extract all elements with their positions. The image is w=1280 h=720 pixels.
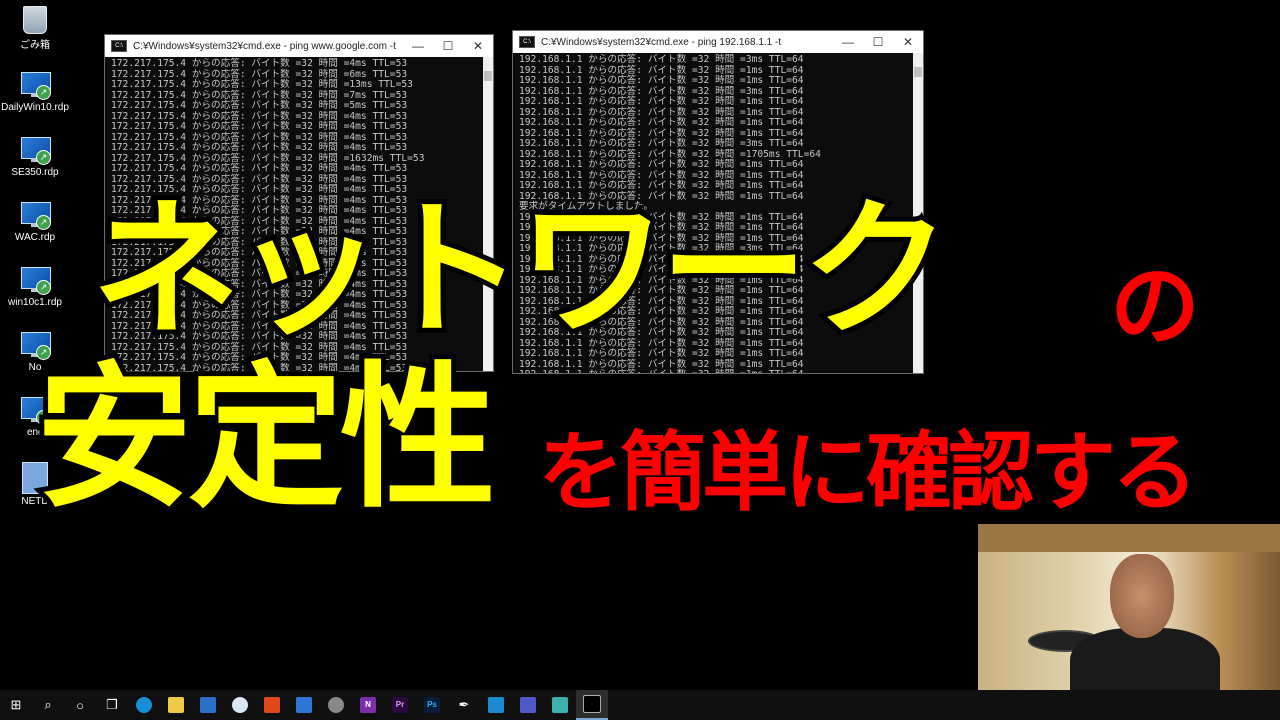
title-easy-check: を簡単に確認する: [534, 423, 1202, 523]
console-line: 192.168.1.1 からの応答: バイト数 =32 時間 =1ms TTL=…: [519, 117, 804, 128]
desktop-icon-label: DailyWin10.rdp: [1, 102, 69, 113]
window-title: C:¥Windows¥system32¥cmd.exe - ping 192.1…: [541, 36, 782, 48]
maximize-button[interactable]: ☐: [433, 39, 463, 53]
webcam-overlay: [978, 524, 1280, 696]
recycle-bin-icon: [23, 6, 47, 34]
desktop-icon-label: WAC.rdp: [14, 232, 56, 243]
edit-icon[interactable]: [544, 690, 576, 720]
title-network: ネットワーク: [87, 184, 955, 356]
window-titlebar[interactable]: C:\ C:¥Windows¥system32¥cmd.exe - ping w…: [105, 35, 493, 57]
file-explorer-icon[interactable]: [160, 690, 192, 720]
office-icon[interactable]: [256, 690, 288, 720]
settings-icon[interactable]: [224, 690, 256, 720]
console-line: 192.168.1.1 からの応答: バイト数 =32 時間 =3ms TTL=…: [519, 138, 804, 149]
edge-icon[interactable]: [128, 690, 160, 720]
taskbar: ⊞ ⌕ ○ ❐ N Pr Ps ✒: [0, 690, 1280, 720]
maximize-button[interactable]: ☐: [863, 35, 893, 49]
desktop-icon-dailywin10[interactable]: ↗ DailyWin10.rdp: [0, 70, 70, 113]
cmd-icon[interactable]: [576, 690, 608, 720]
chrome-icon[interactable]: [320, 690, 352, 720]
vscode-icon[interactable]: [480, 690, 512, 720]
console-line: 192.168.1.1 からの応答: バイト数 =32 時間 =1ms TTL=…: [519, 75, 804, 86]
windows-start-icon[interactable]: ⊞: [0, 690, 32, 720]
task-view-icon[interactable]: ❐: [96, 690, 128, 720]
search-icon[interactable]: ⌕: [32, 690, 64, 720]
desktop-icon-win10c1[interactable]: ↗ win10c1.rdp: [0, 265, 70, 308]
console-line: 172.217.175.4 からの応答: バイト数 =32 時間 =13ms T…: [111, 79, 413, 90]
desktop-icon-wac[interactable]: ↗ WAC.rdp: [0, 200, 70, 243]
minimize-button[interactable]: —: [833, 35, 863, 49]
remote-desktop-icon: ↗: [19, 265, 51, 295]
remote-desktop-icon: ↗: [19, 135, 51, 165]
cmd-icon: C:\: [519, 36, 535, 48]
close-button[interactable]: ✕: [893, 35, 923, 49]
calendar-icon[interactable]: [192, 690, 224, 720]
console-line: 172.217.175.4 からの応答: バイト数 =32 時間 =4ms TT…: [111, 163, 408, 174]
teams-icon[interactable]: [512, 690, 544, 720]
console-line: 172.217.175.4 からの応答: バイト数 =32 時間 =4ms TT…: [111, 142, 408, 153]
remote-desktop-icon: ↗: [19, 70, 51, 100]
close-button[interactable]: ✕: [463, 39, 493, 53]
console-line: 192.168.1.1 からの応答: バイト数 =32 時間 =1ms TTL=…: [519, 159, 804, 170]
window-title: C:¥Windows¥system32¥cmd.exe - ping www.g…: [133, 40, 396, 52]
console-line: 192.168.1.1 からの応答: バイト数 =32 時間 =1ms TTL=…: [519, 96, 804, 107]
presenter-face: [1110, 554, 1174, 638]
desktop-icon-label: ごみ箱: [20, 40, 50, 51]
pen-icon[interactable]: ✒: [448, 690, 480, 720]
cortana-icon[interactable]: ○: [64, 690, 96, 720]
console-line: 172.217.175.4 からの応答: バイト数 =32 時間 =5ms TT…: [111, 100, 408, 111]
remote-desktop-icon: ↗: [19, 200, 51, 230]
title-stability: 安定性: [31, 347, 501, 529]
onenote-icon[interactable]: N: [352, 690, 384, 720]
minimize-button[interactable]: —: [403, 39, 433, 53]
console-line: 172.217.175.4 からの応答: バイト数 =32 時間 =4ms TT…: [111, 121, 408, 132]
window-titlebar[interactable]: C:\ C:¥Windows¥system32¥cmd.exe - ping 1…: [513, 31, 923, 53]
console-line: 192.168.1.1 からの応答: バイト数 =32 時間 =1ms TTL=…: [519, 369, 909, 373]
title-no: の: [1106, 254, 1204, 359]
desktop-icon-label: SE350.rdp: [11, 167, 59, 178]
photoshop-icon[interactable]: Ps: [416, 690, 448, 720]
desktop-icon-se350[interactable]: ↗ SE350.rdp: [0, 135, 70, 178]
cmd-icon: C:\: [111, 40, 127, 52]
desktop-icon-recycle-bin[interactable]: ごみ箱: [0, 6, 70, 51]
console-line: 192.168.1.1 からの応答: バイト数 =32 時間 =3ms TTL=…: [519, 54, 804, 65]
premiere-icon[interactable]: Pr: [384, 690, 416, 720]
console-line: 172.217.175.4 からの応答: バイト数 =32 時間 =4ms TT…: [111, 58, 408, 69]
remote-desktop-icon[interactable]: [288, 690, 320, 720]
desktop-icon-label: win10c1.rdp: [8, 297, 62, 308]
